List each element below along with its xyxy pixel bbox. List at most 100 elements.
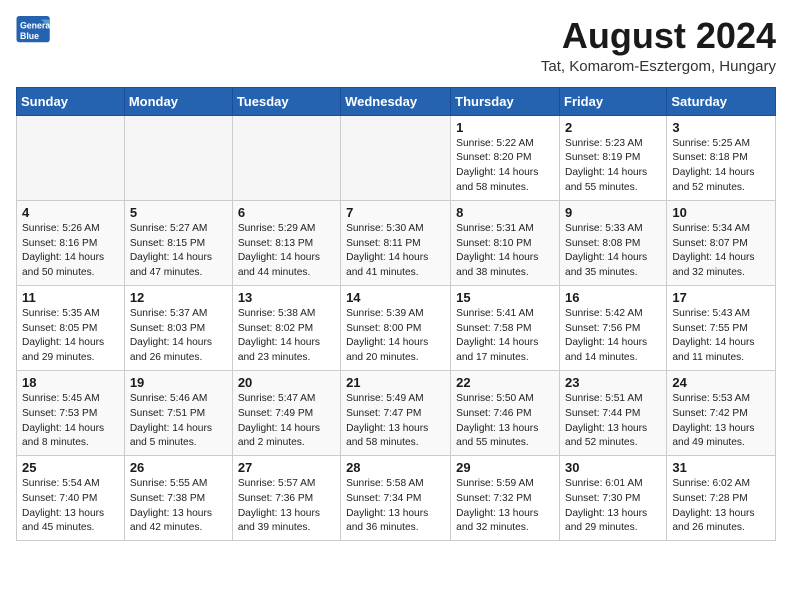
calendar-cell: 7 Sunrise: 5:30 AM Sunset: 8:11 PM Daylig… — [341, 200, 451, 285]
calendar-cell: 4 Sunrise: 5:26 AM Sunset: 8:16 PM Daylig… — [17, 200, 125, 285]
day-info: Sunrise: 5:51 AM Sunset: 7:44 PM Dayligh… — [565, 392, 661, 451]
day-number: 14 — [346, 290, 445, 305]
day-number: 9 — [565, 205, 661, 220]
calendar-cell: 26 Sunrise: 5:55 AM Sunset: 7:38 PM Dayli… — [124, 456, 232, 541]
calendar-cell — [124, 115, 232, 200]
calendar-cell: 15 Sunrise: 5:41 AM Sunset: 7:58 PM Dayli… — [451, 285, 560, 370]
calendar-table: SundayMondayTuesdayWednesdayThursdayFrid… — [16, 87, 776, 542]
svg-text:General: General — [20, 20, 52, 30]
day-header-thursday: Thursday — [451, 87, 560, 115]
day-number: 27 — [238, 460, 335, 475]
calendar-cell: 20 Sunrise: 5:47 AM Sunset: 7:49 PM Dayli… — [232, 370, 340, 455]
day-info: Sunrise: 5:49 AM Sunset: 7:47 PM Dayligh… — [346, 392, 445, 451]
day-info: Sunrise: 5:22 AM Sunset: 8:20 PM Dayligh… — [456, 137, 554, 196]
day-number: 7 — [346, 205, 445, 220]
day-info: Sunrise: 5:23 AM Sunset: 8:19 PM Dayligh… — [565, 137, 661, 196]
day-header-sunday: Sunday — [17, 87, 125, 115]
day-number: 20 — [238, 375, 335, 390]
calendar-cell: 10 Sunrise: 5:34 AM Sunset: 8:07 PM Dayli… — [667, 200, 776, 285]
calendar-week-3: 11 Sunrise: 5:35 AM Sunset: 8:05 PM Dayli… — [17, 285, 776, 370]
day-number: 21 — [346, 375, 445, 390]
day-info: Sunrise: 5:53 AM Sunset: 7:42 PM Dayligh… — [672, 392, 770, 451]
logo-icon: General Blue — [16, 16, 52, 44]
day-info: Sunrise: 5:25 AM Sunset: 8:18 PM Dayligh… — [672, 137, 770, 196]
day-header-wednesday: Wednesday — [341, 87, 451, 115]
calendar-cell: 19 Sunrise: 5:46 AM Sunset: 7:51 PM Dayli… — [124, 370, 232, 455]
day-info: Sunrise: 5:41 AM Sunset: 7:58 PM Dayligh… — [456, 307, 554, 366]
location-subtitle: Tat, Komarom-Esztergom, Hungary — [541, 58, 776, 75]
calendar-cell: 8 Sunrise: 5:31 AM Sunset: 8:10 PM Daylig… — [451, 200, 560, 285]
calendar-cell: 29Sunrise: 5:59 AM Sunset: 7:32 PM Dayli… — [451, 456, 560, 541]
day-number: 19 — [130, 375, 227, 390]
day-number: 12 — [130, 290, 227, 305]
day-info: Sunrise: 5:35 AM Sunset: 8:05 PM Dayligh… — [22, 307, 119, 366]
logo: General Blue — [16, 16, 52, 44]
day-number: 26 — [130, 460, 227, 475]
calendar-cell: 14 Sunrise: 5:39 AM Sunset: 8:00 PM Dayli… — [341, 285, 451, 370]
calendar-cell: 6Sunrise: 5:29 AM Sunset: 8:13 PM Daylig… — [232, 200, 340, 285]
day-info: Sunrise: 5:34 AM Sunset: 8:07 PM Dayligh… — [672, 222, 770, 281]
day-header-monday: Monday — [124, 87, 232, 115]
day-header-tuesday: Tuesday — [232, 87, 340, 115]
month-year-title: August 2024 — [541, 16, 776, 56]
day-number: 23 — [565, 375, 661, 390]
calendar-cell: 31Sunrise: 6:02 AM Sunset: 7:28 PM Dayli… — [667, 456, 776, 541]
day-info: Sunrise: 6:01 AM Sunset: 7:30 PM Dayligh… — [565, 477, 661, 536]
day-number: 25 — [22, 460, 119, 475]
day-number: 30 — [565, 460, 661, 475]
calendar-week-4: 18Sunrise: 5:45 AM Sunset: 7:53 PM Dayli… — [17, 370, 776, 455]
calendar-cell — [232, 115, 340, 200]
day-header-friday: Friday — [560, 87, 667, 115]
calendar-cell: 24 Sunrise: 5:53 AM Sunset: 7:42 PM Dayli… — [667, 370, 776, 455]
day-info: Sunrise: 5:47 AM Sunset: 7:49 PM Dayligh… — [238, 392, 335, 451]
day-info: Sunrise: 5:39 AM Sunset: 8:00 PM Dayligh… — [346, 307, 445, 366]
day-number: 1 — [456, 120, 554, 135]
day-number: 8 — [456, 205, 554, 220]
calendar-cell: 12 Sunrise: 5:37 AM Sunset: 8:03 PM Dayli… — [124, 285, 232, 370]
day-number: 6 — [238, 205, 335, 220]
day-info: Sunrise: 5:26 AM Sunset: 8:16 PM Dayligh… — [22, 222, 119, 281]
day-number: 4 — [22, 205, 119, 220]
day-info: Sunrise: 5:54 AM Sunset: 7:40 PM Dayligh… — [22, 477, 119, 536]
calendar-week-1: 1 Sunrise: 5:22 AM Sunset: 8:20 PM Daylig… — [17, 115, 776, 200]
day-number: 5 — [130, 205, 227, 220]
day-info: Sunrise: 5:42 AM Sunset: 7:56 PM Dayligh… — [565, 307, 661, 366]
calendar-cell: 18Sunrise: 5:45 AM Sunset: 7:53 PM Dayli… — [17, 370, 125, 455]
calendar-cell: 27 Sunrise: 5:57 AM Sunset: 7:36 PM Dayli… — [232, 456, 340, 541]
calendar-cell: 23 Sunrise: 5:51 AM Sunset: 7:44 PM Dayli… — [560, 370, 667, 455]
day-info: Sunrise: 5:46 AM Sunset: 7:51 PM Dayligh… — [130, 392, 227, 451]
day-info: Sunrise: 5:55 AM Sunset: 7:38 PM Dayligh… — [130, 477, 227, 536]
day-number: 13 — [238, 290, 335, 305]
day-number: 3 — [672, 120, 770, 135]
day-number: 22 — [456, 375, 554, 390]
day-info: Sunrise: 5:37 AM Sunset: 8:03 PM Dayligh… — [130, 307, 227, 366]
day-number: 11 — [22, 290, 119, 305]
calendar-cell: 22 Sunrise: 5:50 AM Sunset: 7:46 PM Dayli… — [451, 370, 560, 455]
day-info: Sunrise: 5:50 AM Sunset: 7:46 PM Dayligh… — [456, 392, 554, 451]
day-number: 28 — [346, 460, 445, 475]
day-number: 29 — [456, 460, 554, 475]
day-number: 2 — [565, 120, 661, 135]
day-number: 17 — [672, 290, 770, 305]
calendar-week-2: 4 Sunrise: 5:26 AM Sunset: 8:16 PM Daylig… — [17, 200, 776, 285]
day-number: 24 — [672, 375, 770, 390]
day-number: 15 — [456, 290, 554, 305]
day-info: Sunrise: 5:27 AM Sunset: 8:15 PM Dayligh… — [130, 222, 227, 281]
calendar-cell: 2 Sunrise: 5:23 AM Sunset: 8:19 PM Daylig… — [560, 115, 667, 200]
page-header: General Blue August 2024 Tat, Komarom-Es… — [16, 16, 776, 75]
day-info: Sunrise: 5:30 AM Sunset: 8:11 PM Dayligh… — [346, 222, 445, 281]
day-number: 31 — [672, 460, 770, 475]
day-info: Sunrise: 5:31 AM Sunset: 8:10 PM Dayligh… — [456, 222, 554, 281]
day-info: Sunrise: 5:43 AM Sunset: 7:55 PM Dayligh… — [672, 307, 770, 366]
day-info: Sunrise: 5:57 AM Sunset: 7:36 PM Dayligh… — [238, 477, 335, 536]
calendar-cell: 11 Sunrise: 5:35 AM Sunset: 8:05 PM Dayli… — [17, 285, 125, 370]
day-number: 10 — [672, 205, 770, 220]
calendar-cell: 13Sunrise: 5:38 AM Sunset: 8:02 PM Dayli… — [232, 285, 340, 370]
calendar-cell — [341, 115, 451, 200]
day-info: Sunrise: 5:58 AM Sunset: 7:34 PM Dayligh… — [346, 477, 445, 536]
calendar-cell: 17 Sunrise: 5:43 AM Sunset: 7:55 PM Dayli… — [667, 285, 776, 370]
calendar-header-row: SundayMondayTuesdayWednesdayThursdayFrid… — [17, 87, 776, 115]
calendar-cell: 3 Sunrise: 5:25 AM Sunset: 8:18 PM Daylig… — [667, 115, 776, 200]
calendar-cell: 5 Sunrise: 5:27 AM Sunset: 8:15 PM Daylig… — [124, 200, 232, 285]
calendar-cell: 9Sunrise: 5:33 AM Sunset: 8:08 PM Daylig… — [560, 200, 667, 285]
